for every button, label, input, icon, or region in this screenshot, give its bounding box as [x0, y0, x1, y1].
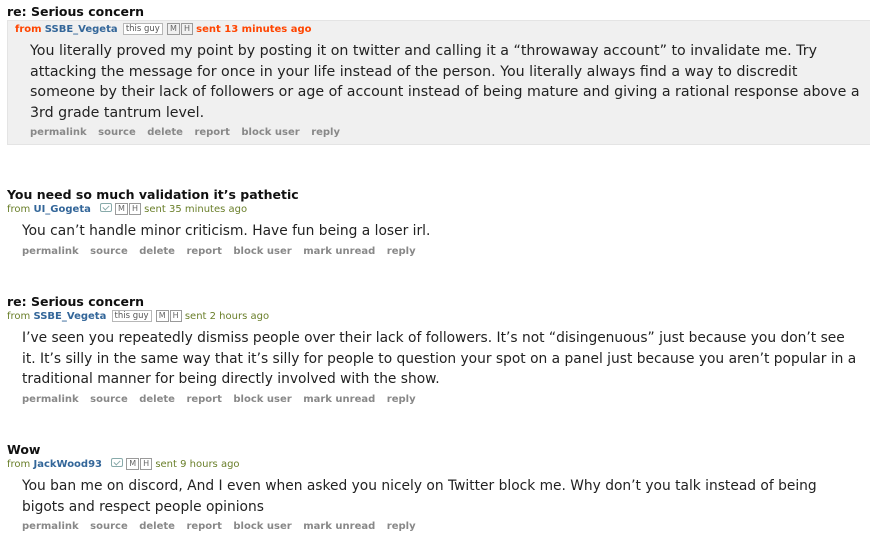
message-tagline: from SSBE_Vegeta this guy MH sent 2 hour… [0, 310, 870, 324]
message-buttons: permalink source delete report block use… [0, 394, 870, 405]
mod-mail-button[interactable]: M [155, 310, 169, 322]
delete-button[interactable]: delete [139, 394, 175, 405]
permalink-button[interactable]: permalink [22, 246, 79, 257]
source-button[interactable]: source [90, 394, 128, 405]
message-tagline: from UI_Gogeta MH sent 35 minutes ago [0, 203, 870, 217]
block-user-button[interactable]: block user [233, 394, 291, 405]
history-button[interactable]: H [140, 458, 153, 470]
reply-button[interactable]: reply [387, 246, 416, 257]
from-label: from [7, 311, 31, 322]
block-user-button[interactable]: block user [233, 521, 291, 532]
message-item: re: Serious concern from SSBE_Vegeta thi… [0, 294, 870, 405]
sent-time: sent 13 minutes ago [196, 24, 312, 35]
author-link[interactable]: JackWood93 [33, 459, 102, 470]
message-highlight-box: from SSBE_Vegeta this guy MH sent 13 min… [7, 20, 870, 145]
sent-time: sent 2 hours ago [184, 311, 270, 322]
mark-unread-button[interactable]: mark unread [303, 394, 375, 405]
reply-button[interactable]: reply [311, 127, 340, 138]
mod-mail-button[interactable]: M [115, 203, 128, 215]
report-button[interactable]: report [186, 521, 221, 532]
reply-button[interactable]: reply [387, 394, 416, 405]
this-guy-badge: this guy [122, 23, 163, 35]
message-subject: Wow [7, 442, 41, 457]
message-item: Wow from JackWood93 MH sent 9 hours ago … [0, 442, 870, 532]
message-subject: re: Serious concern [7, 294, 145, 309]
message-subject: You need so much validation it’s patheti… [7, 187, 299, 202]
mail-icon[interactable] [100, 203, 113, 212]
this-guy-badge: this guy [111, 310, 152, 322]
from-label: from [15, 24, 42, 35]
message-subject: re: Serious concern [7, 4, 145, 19]
sent-time: sent 35 minutes ago [144, 204, 248, 215]
delete-button[interactable]: delete [139, 246, 175, 257]
author-link[interactable]: UI_Gogeta [33, 204, 90, 215]
block-user-button[interactable]: block user [233, 246, 291, 257]
mark-unread-button[interactable]: mark unread [303, 246, 375, 257]
message-tagline: from SSBE_Vegeta this guy MH sent 13 min… [8, 23, 870, 37]
message-tagline: from JackWood93 MH sent 9 hours ago [0, 458, 870, 472]
message-buttons: permalink source delete report block use… [0, 246, 870, 257]
history-button[interactable]: H [169, 310, 182, 322]
mod-mail-button[interactable]: M [167, 23, 180, 35]
message-buttons: permalink source delete report block use… [8, 127, 870, 138]
message-body: You can’t handle minor criticism. Have f… [22, 223, 431, 239]
message-item: You need so much validation it’s patheti… [0, 187, 870, 257]
mail-icon[interactable] [111, 458, 124, 467]
from-label: from [7, 204, 31, 215]
report-button[interactable]: report [186, 394, 221, 405]
permalink-button[interactable]: permalink [22, 521, 79, 532]
source-button[interactable]: source [90, 521, 128, 532]
author-link[interactable]: SSBE_Vegeta [45, 24, 118, 35]
source-button[interactable]: source [90, 246, 128, 257]
block-user-button[interactable]: block user [241, 127, 299, 138]
message-body: You literally proved my point by posting… [30, 43, 860, 121]
history-button[interactable]: H [180, 23, 193, 35]
reply-button[interactable]: reply [387, 521, 416, 532]
message-item: re: Serious concern from SSBE_Vegeta thi… [0, 4, 870, 145]
report-button[interactable]: report [194, 127, 229, 138]
message-buttons: permalink source delete report block use… [0, 521, 870, 532]
permalink-button[interactable]: permalink [22, 394, 79, 405]
delete-button[interactable]: delete [147, 127, 183, 138]
mod-mail-button[interactable]: M [126, 458, 140, 470]
report-button[interactable]: report [186, 246, 221, 257]
permalink-button[interactable]: permalink [30, 127, 87, 138]
author-link[interactable]: SSBE_Vegeta [33, 311, 106, 322]
source-button[interactable]: source [98, 127, 136, 138]
delete-button[interactable]: delete [139, 521, 175, 532]
message-body: You ban me on discord, And I even when a… [22, 478, 817, 515]
mark-unread-button[interactable]: mark unread [303, 521, 375, 532]
message-body: I’ve seen you repeatedly dismiss people … [22, 330, 857, 387]
from-label: from [7, 459, 31, 470]
sent-time: sent 9 hours ago [155, 459, 240, 470]
history-button[interactable]: H [128, 203, 141, 215]
